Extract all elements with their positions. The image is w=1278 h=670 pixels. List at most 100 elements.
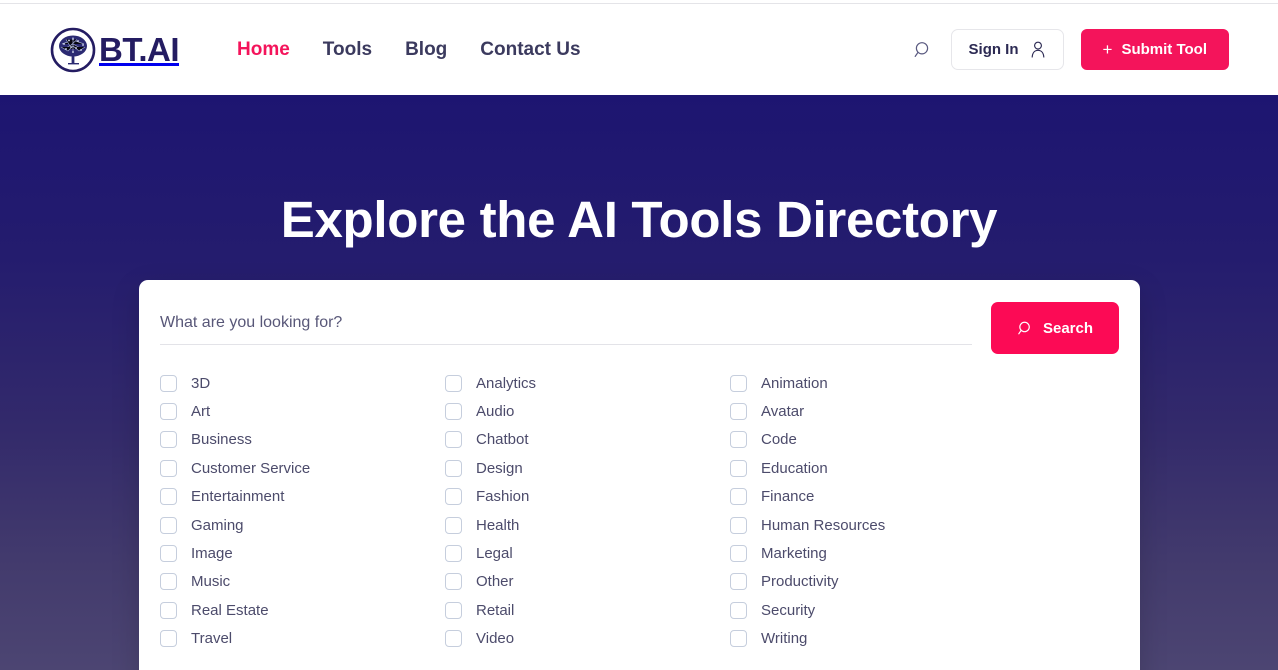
nav-item-contact-us[interactable]: Contact Us bbox=[480, 39, 580, 61]
checkbox-box[interactable] bbox=[445, 630, 462, 648]
category-option-art[interactable]: Art bbox=[160, 397, 445, 425]
page-root: BT.AI Home Tools Blog Contact Us Sign In bbox=[0, 0, 1278, 670]
checkbox-box[interactable] bbox=[730, 630, 747, 648]
checkbox-box[interactable] bbox=[160, 516, 177, 534]
checkbox-box[interactable] bbox=[730, 601, 747, 619]
nav-item-tools[interactable]: Tools bbox=[323, 39, 372, 61]
category-label: Video bbox=[476, 630, 515, 648]
search-input[interactable] bbox=[160, 314, 972, 345]
checkbox-box[interactable] bbox=[730, 516, 747, 534]
checkbox-box[interactable] bbox=[730, 374, 747, 392]
page-title: Explore the AI Tools Directory bbox=[280, 191, 998, 248]
submit-tool-label: Submit Tool bbox=[1121, 41, 1207, 58]
category-label: Music bbox=[191, 573, 231, 591]
search-button-label: Search bbox=[1042, 319, 1094, 337]
checkbox-box[interactable] bbox=[160, 573, 177, 591]
brand-name: BT.AI bbox=[99, 31, 180, 68]
tree-in-circle-icon bbox=[50, 27, 96, 72]
category-option-other[interactable]: Other bbox=[445, 568, 730, 596]
category-option-education[interactable]: Education bbox=[730, 454, 1119, 482]
category-option-retail[interactable]: Retail bbox=[445, 596, 730, 624]
checkbox-box[interactable] bbox=[730, 488, 747, 506]
checkbox-box[interactable] bbox=[730, 431, 747, 449]
category-option-audio[interactable]: Audio bbox=[445, 397, 730, 425]
search-icon[interactable] bbox=[912, 39, 934, 61]
checkbox-box[interactable] bbox=[445, 516, 462, 534]
category-option-travel[interactable]: Travel bbox=[160, 625, 445, 653]
category-label: Chatbot bbox=[476, 431, 529, 449]
category-option-fashion[interactable]: Fashion bbox=[445, 483, 730, 511]
category-option-finance[interactable]: Finance bbox=[730, 483, 1119, 511]
category-label: Gaming bbox=[191, 516, 244, 534]
checkbox-box[interactable] bbox=[160, 630, 177, 648]
checkbox-box[interactable] bbox=[445, 459, 462, 477]
user-icon bbox=[1031, 41, 1044, 58]
checkbox-box[interactable] bbox=[445, 488, 462, 506]
category-option-marketing[interactable]: Marketing bbox=[730, 539, 1119, 567]
checkbox-box[interactable] bbox=[445, 601, 462, 619]
category-label: Legal bbox=[476, 545, 513, 563]
category-option-business[interactable]: Business bbox=[160, 426, 445, 454]
nav-item-home[interactable]: Home bbox=[237, 39, 290, 61]
checkbox-box[interactable] bbox=[730, 459, 747, 477]
checkbox-box[interactable] bbox=[160, 374, 177, 392]
category-label: Entertainment bbox=[191, 488, 285, 506]
search-icon bbox=[1018, 321, 1030, 334]
category-option-security[interactable]: Security bbox=[730, 596, 1119, 624]
category-option-productivity[interactable]: Productivity bbox=[730, 568, 1119, 596]
checkbox-box[interactable] bbox=[445, 545, 462, 563]
category-option-video[interactable]: Video bbox=[445, 625, 730, 653]
sign-in-button[interactable]: Sign In bbox=[950, 29, 1064, 70]
category-option-real-estate[interactable]: Real Estate bbox=[160, 596, 445, 624]
category-label: Retail bbox=[476, 601, 515, 619]
checkbox-box[interactable] bbox=[160, 459, 177, 477]
checkbox-box[interactable] bbox=[730, 573, 747, 591]
category-option-legal[interactable]: Legal bbox=[445, 539, 730, 567]
category-option-analytics[interactable]: Analytics bbox=[445, 369, 730, 397]
category-label: Code bbox=[761, 431, 797, 449]
submit-tool-button[interactable]: + Submit Tool bbox=[1080, 29, 1229, 70]
nav-item-blog[interactable]: Blog bbox=[405, 39, 447, 61]
checkbox-box[interactable] bbox=[160, 488, 177, 506]
category-option-customer-service[interactable]: Customer Service bbox=[160, 454, 445, 482]
checkbox-box[interactable] bbox=[445, 573, 462, 591]
checkbox-box[interactable] bbox=[445, 431, 462, 449]
category-label: Human Resources bbox=[761, 516, 886, 534]
category-option-writing[interactable]: Writing bbox=[730, 625, 1119, 653]
plus-icon: + bbox=[1102, 40, 1113, 59]
search-icon-glyph bbox=[914, 41, 928, 57]
category-option-animation[interactable]: Animation bbox=[730, 369, 1119, 397]
category-label: Analytics bbox=[476, 374, 537, 392]
checkbox-box[interactable] bbox=[445, 403, 462, 421]
sign-in-label: Sign In bbox=[968, 41, 1019, 58]
category-option-code[interactable]: Code bbox=[730, 426, 1119, 454]
category-option-avatar[interactable]: Avatar bbox=[730, 397, 1119, 425]
category-option-health[interactable]: Health bbox=[445, 511, 730, 539]
header-actions: Sign In + Submit Tool bbox=[912, 29, 1229, 70]
category-option-image[interactable]: Image bbox=[160, 539, 445, 567]
checkbox-box[interactable] bbox=[730, 545, 747, 563]
checkbox-box[interactable] bbox=[730, 403, 747, 421]
search-field-wrap bbox=[160, 302, 972, 345]
category-option-gaming[interactable]: Gaming bbox=[160, 511, 445, 539]
category-option-chatbot[interactable]: Chatbot bbox=[445, 426, 730, 454]
category-label: Fashion bbox=[476, 488, 530, 506]
category-label: Security bbox=[761, 601, 816, 619]
checkbox-box[interactable] bbox=[445, 374, 462, 392]
category-label: Art bbox=[191, 403, 211, 421]
category-label: 3D bbox=[191, 374, 211, 392]
search-submit-button[interactable]: Search bbox=[991, 302, 1119, 354]
checkbox-box[interactable] bbox=[160, 403, 177, 421]
category-option-music[interactable]: Music bbox=[160, 568, 445, 596]
category-label: Writing bbox=[761, 630, 808, 648]
category-label: Audio bbox=[476, 403, 515, 421]
category-label: Other bbox=[476, 573, 514, 591]
category-option-entertainment[interactable]: Entertainment bbox=[160, 483, 445, 511]
brand-logo-link[interactable]: BT.AI bbox=[50, 27, 180, 73]
category-option-human-resources[interactable]: Human Resources bbox=[730, 511, 1119, 539]
checkbox-box[interactable] bbox=[160, 601, 177, 619]
category-option-design[interactable]: Design bbox=[445, 454, 730, 482]
checkbox-box[interactable] bbox=[160, 431, 177, 449]
checkbox-box[interactable] bbox=[160, 545, 177, 563]
category-option-3d[interactable]: 3D bbox=[160, 369, 445, 397]
